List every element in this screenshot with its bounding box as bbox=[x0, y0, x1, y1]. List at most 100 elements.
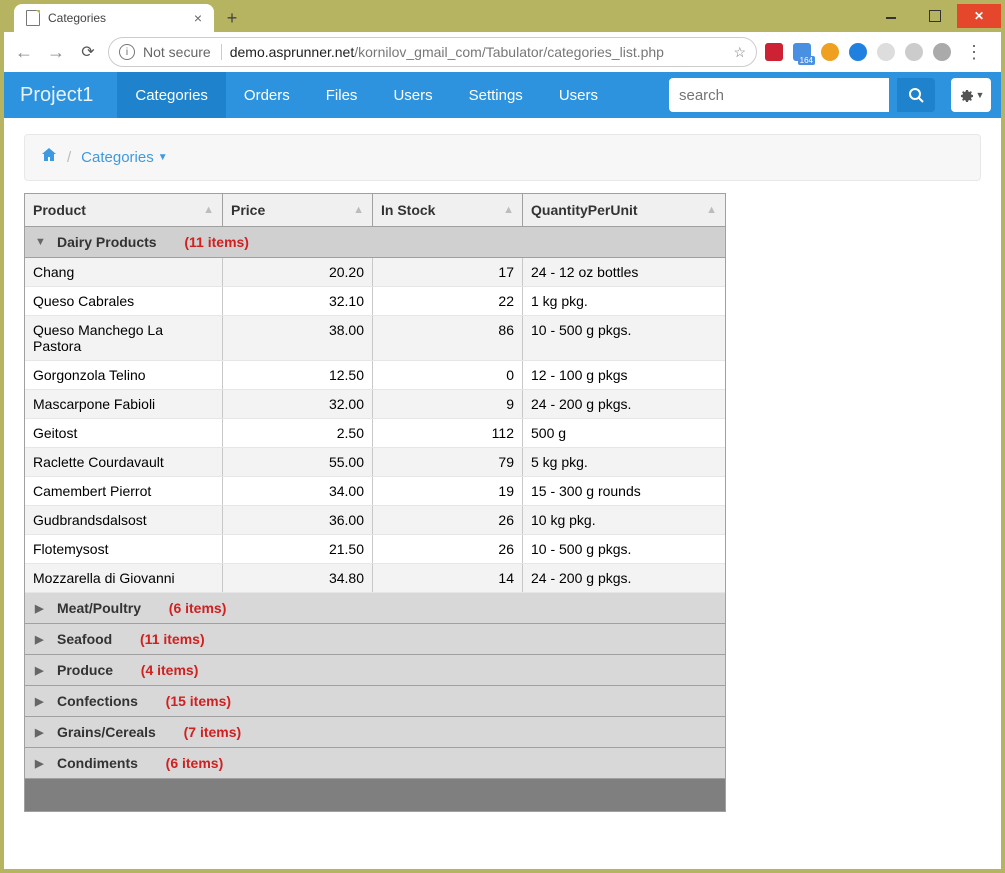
cell-product: Camembert Pierrot bbox=[25, 477, 223, 505]
home-icon[interactable] bbox=[41, 147, 57, 168]
cell-product: Geitost bbox=[25, 419, 223, 447]
group-name: Seafood bbox=[57, 631, 112, 647]
group-name: Condiments bbox=[57, 755, 138, 771]
cell-price: 34.80 bbox=[223, 564, 373, 592]
extension-icon[interactable] bbox=[765, 43, 783, 61]
nav-item-orders[interactable]: Orders bbox=[226, 72, 308, 118]
group-count: (11 items) bbox=[184, 234, 249, 250]
cell-qpu: 10 kg pkg. bbox=[523, 506, 725, 534]
extension-icon[interactable] bbox=[849, 43, 867, 61]
group-count: (6 items) bbox=[169, 600, 227, 616]
group-name: Produce bbox=[57, 662, 113, 678]
url-domain: demo.asprunner.net bbox=[230, 44, 355, 60]
document-icon bbox=[26, 10, 40, 26]
window-titlebar: Categories × + bbox=[4, 4, 1001, 32]
table-row[interactable]: Chang20.201724 - 12 oz bottles bbox=[25, 258, 725, 287]
extension-icon[interactable] bbox=[877, 43, 895, 61]
nav-item-categories[interactable]: Categories bbox=[117, 72, 226, 118]
cell-qpu: 24 - 200 g pkgs. bbox=[523, 564, 725, 592]
grid-header-row: Product▲ Price▲ In Stock▲ QuantityPerUni… bbox=[25, 194, 725, 227]
app-navbar: Project1 CategoriesOrdersFilesUsersSetti… bbox=[4, 72, 1001, 118]
extension-icon[interactable]: 164 bbox=[793, 43, 811, 61]
address-bar[interactable]: i Not secure demo.asprunner.net/kornilov… bbox=[108, 37, 757, 67]
browser-menu-button[interactable]: ⋮ bbox=[961, 42, 987, 63]
window-maximize-button[interactable] bbox=[913, 4, 957, 28]
group-row[interactable]: ▶ Confections (15 items) bbox=[25, 686, 725, 717]
window-close-button[interactable] bbox=[957, 4, 1001, 28]
cell-product: Gudbrandsdalsost bbox=[25, 506, 223, 534]
forward-button[interactable]: → bbox=[44, 42, 68, 63]
column-header-product[interactable]: Product▲ bbox=[25, 194, 223, 226]
cell-price: 38.00 bbox=[223, 316, 373, 360]
group-count: (6 items) bbox=[166, 755, 224, 771]
table-row[interactable]: Gudbrandsdalsost36.002610 kg pkg. bbox=[25, 506, 725, 535]
group-row[interactable]: ▼ Dairy Products (11 items) bbox=[25, 227, 725, 258]
cell-price: 2.50 bbox=[223, 419, 373, 447]
cell-price: 55.00 bbox=[223, 448, 373, 476]
table-row[interactable]: Raclette Courdavault55.00795 kg pkg. bbox=[25, 448, 725, 477]
cell-product: Flotemysost bbox=[25, 535, 223, 563]
cell-stock: 26 bbox=[373, 506, 523, 534]
cell-qpu: 12 - 100 g pkgs bbox=[523, 361, 725, 389]
group-row[interactable]: ▶ Condiments (6 items) bbox=[25, 748, 725, 779]
cell-product: Raclette Courdavault bbox=[25, 448, 223, 476]
grid-footer bbox=[25, 779, 725, 811]
search-input[interactable] bbox=[669, 78, 889, 112]
extension-icon[interactable] bbox=[905, 43, 923, 61]
nav-item-users[interactable]: Users bbox=[541, 72, 616, 118]
group-row[interactable]: ▶ Grains/Cereals (7 items) bbox=[25, 717, 725, 748]
triangle-right-icon: ▶ bbox=[35, 695, 47, 708]
table-row[interactable]: Mascarpone Fabioli32.00924 - 200 g pkgs. bbox=[25, 390, 725, 419]
url-path: /kornilov_gmail_com/Tabulator/categories… bbox=[354, 44, 664, 60]
group-row[interactable]: ▶ Seafood (11 items) bbox=[25, 624, 725, 655]
breadcrumb-current[interactable]: Categories ▼ bbox=[81, 149, 167, 166]
cell-qpu: 15 - 300 g rounds bbox=[523, 477, 725, 505]
window-minimize-button[interactable] bbox=[869, 4, 913, 28]
cell-qpu: 24 - 12 oz bottles bbox=[523, 258, 725, 286]
caret-down-icon: ▼ bbox=[976, 90, 985, 100]
cell-price: 12.50 bbox=[223, 361, 373, 389]
new-tab-button[interactable]: + bbox=[220, 6, 244, 30]
table-row[interactable]: Camembert Pierrot34.001915 - 300 g round… bbox=[25, 477, 725, 506]
table-row[interactable]: Gorgonzola Telino12.50012 - 100 g pkgs bbox=[25, 361, 725, 390]
cell-price: 21.50 bbox=[223, 535, 373, 563]
group-count: (15 items) bbox=[166, 693, 231, 709]
nav-item-users[interactable]: Users bbox=[375, 72, 450, 118]
sort-icon: ▲ bbox=[353, 204, 364, 216]
triangle-down-icon: ▼ bbox=[35, 236, 47, 248]
group-name: Dairy Products bbox=[57, 234, 157, 250]
browser-toolbar: ← → ⟳ i Not secure demo.asprunner.net/ko… bbox=[4, 32, 1001, 72]
table-row[interactable]: Queso Manchego La Pastora38.008610 - 500… bbox=[25, 316, 725, 361]
group-row[interactable]: ▶ Meat/Poultry (6 items) bbox=[25, 593, 725, 624]
site-info-icon[interactable]: i bbox=[119, 44, 135, 60]
column-header-stock[interactable]: In Stock▲ bbox=[373, 194, 523, 226]
browser-tab[interactable]: Categories × bbox=[14, 4, 214, 32]
back-button[interactable]: ← bbox=[12, 42, 36, 63]
table-row[interactable]: Geitost2.50112500 g bbox=[25, 419, 725, 448]
search-button[interactable] bbox=[897, 78, 935, 112]
nav-item-settings[interactable]: Settings bbox=[451, 72, 541, 118]
cell-stock: 0 bbox=[373, 361, 523, 389]
table-row[interactable]: Flotemysost21.502610 - 500 g pkgs. bbox=[25, 535, 725, 564]
column-header-price[interactable]: Price▲ bbox=[223, 194, 373, 226]
column-header-qpu[interactable]: QuantityPerUnit▲ bbox=[523, 194, 725, 226]
cell-qpu: 10 - 500 g pkgs. bbox=[523, 535, 725, 563]
extension-icon[interactable] bbox=[821, 43, 839, 61]
data-grid: Product▲ Price▲ In Stock▲ QuantityPerUni… bbox=[24, 193, 726, 812]
table-row[interactable]: Mozzarella di Giovanni34.801424 - 200 g … bbox=[25, 564, 725, 593]
bookmark-icon[interactable]: ☆ bbox=[733, 44, 746, 61]
group-row[interactable]: ▶ Produce (4 items) bbox=[25, 655, 725, 686]
tab-title: Categories bbox=[48, 11, 106, 25]
group-count: (4 items) bbox=[141, 662, 199, 678]
cell-price: 34.00 bbox=[223, 477, 373, 505]
close-tab-icon[interactable]: × bbox=[194, 10, 202, 26]
triangle-right-icon: ▶ bbox=[35, 664, 47, 677]
table-row[interactable]: Queso Cabrales32.10221 kg pkg. bbox=[25, 287, 725, 316]
profile-avatar[interactable] bbox=[933, 43, 951, 61]
brand-label[interactable]: Project1 bbox=[20, 72, 117, 118]
triangle-right-icon: ▶ bbox=[35, 726, 47, 739]
nav-item-files[interactable]: Files bbox=[308, 72, 376, 118]
settings-dropdown-button[interactable]: ▼ bbox=[951, 78, 991, 112]
cell-qpu: 1 kg pkg. bbox=[523, 287, 725, 315]
reload-button[interactable]: ⟳ bbox=[76, 42, 100, 62]
